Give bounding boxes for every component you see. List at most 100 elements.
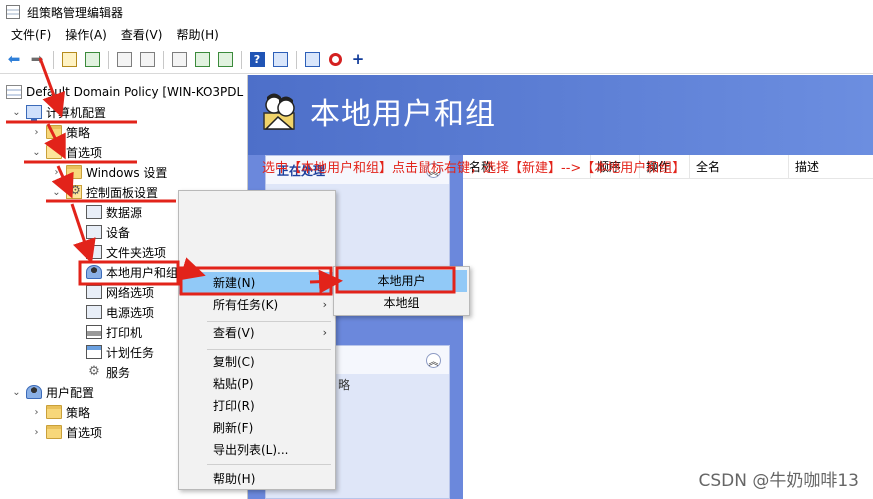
collapse-icon[interactable]: ︽ <box>426 352 441 368</box>
tree-item-label: 策略 <box>66 125 91 140</box>
folder-icon <box>46 125 62 139</box>
chevron-down-icon[interactable]: ⌄ <box>10 387 23 398</box>
tree-item-root[interactable]: Default Domain Policy [WIN-KO3PDL <box>6 82 243 102</box>
menu-help[interactable]: 帮助(H) <box>169 24 225 46</box>
tree-item-folder-options[interactable]: 文件夹选项 <box>70 242 166 262</box>
toolbar-separator <box>163 50 164 69</box>
tree-item-data-sources[interactable]: 数据源 <box>70 202 142 222</box>
task-text-fragment: 略 <box>338 378 351 392</box>
tree-item-local-users-groups[interactable]: 本地用户和组 <box>70 262 178 282</box>
policy-editor-icon <box>6 5 20 19</box>
chevron-right-icon[interactable]: › <box>30 407 43 418</box>
add-icon[interactable]: + <box>348 50 368 70</box>
context-menu-help[interactable]: 帮助(H) <box>179 468 335 490</box>
tree-item-preferences[interactable]: ⌄ 首选项 <box>30 142 102 162</box>
users-icon <box>263 93 295 130</box>
chevron-down-icon[interactable]: ⌄ <box>50 187 63 198</box>
network-icon <box>86 285 102 299</box>
new-submenu: 本地用户 本地组 <box>333 266 470 316</box>
menu-bar: 文件(F) 操作(A) 查看(V) 帮助(H) <box>0 24 873 46</box>
menu-file[interactable]: 文件(F) <box>4 24 58 46</box>
context-menu: 新建(N) › 所有任务(K) › 查看(V) › 复制(C) 粘贴(P) 打印… <box>178 190 336 490</box>
chevron-right-icon[interactable]: › <box>30 427 43 438</box>
tree-item-windows-settings[interactable]: › Windows 设置 <box>50 162 167 182</box>
submenu-local-group[interactable]: 本地组 <box>336 292 467 314</box>
refresh-icon[interactable] <box>192 50 212 70</box>
help-icon[interactable]: ? <box>247 50 267 70</box>
computer-icon <box>26 105 42 122</box>
tree-item-computer-config[interactable]: ⌄ 计算机配置 <box>10 102 106 122</box>
tree-item-services[interactable]: 服务 <box>70 362 130 382</box>
chevron-right-icon: › <box>322 326 327 339</box>
copy-icon[interactable] <box>114 50 134 70</box>
chevron-right-icon[interactable]: › <box>30 127 43 138</box>
policy-icon <box>6 85 22 99</box>
title-bar: 组策略管理编辑器 <box>0 0 873 24</box>
menu-action[interactable]: 操作(A) <box>58 24 114 46</box>
menu-view[interactable]: 查看(V) <box>114 24 170 46</box>
submenu-local-user[interactable]: 本地用户 <box>336 270 467 292</box>
tree-item-devices[interactable]: 设备 <box>70 222 130 242</box>
power-icon <box>86 305 102 319</box>
chevron-down-icon[interactable]: ⌄ <box>30 147 43 158</box>
list-view: 名称 顺序 操作 全名 描述 <box>463 155 873 499</box>
tree-item-control-panel-settings[interactable]: ⌄ 控制面板设置 <box>50 182 158 202</box>
toolbar-separator <box>108 50 109 69</box>
folder-up-icon[interactable] <box>59 50 79 70</box>
tree-item-label: 本地用户和组 <box>106 265 179 280</box>
tree-item-label: Default Domain Policy [WIN-KO3PDL <box>26 85 244 99</box>
chevron-right-icon: › <box>322 298 327 311</box>
tree-item-label: 打印机 <box>106 325 143 340</box>
window-title: 组策略管理编辑器 <box>27 5 124 20</box>
column-header-fullname[interactable]: 全名 <box>690 155 789 179</box>
watermark: CSDN @牛奶咖啡13 <box>698 471 859 491</box>
menu-item-label: 查看(V) <box>213 326 255 340</box>
tree-item-label: 电源选项 <box>106 305 155 320</box>
folder-open-icon <box>46 145 62 159</box>
tree-item-label: 计算机配置 <box>46 105 107 120</box>
printer-icon <box>86 325 102 339</box>
back-icon[interactable]: ⬅ <box>4 50 24 70</box>
toolbar-separator <box>53 50 54 69</box>
tree-item-printers[interactable]: 打印机 <box>70 322 142 342</box>
context-menu-new[interactable]: 新建(N) › <box>179 272 335 294</box>
folder-icon <box>46 425 62 439</box>
tree-item-power-options[interactable]: 电源选项 <box>70 302 154 322</box>
export-icon[interactable] <box>215 50 235 70</box>
tree-item-label: 文件夹选项 <box>106 245 167 260</box>
chevron-right-icon[interactable]: › <box>50 167 63 178</box>
toolbar: ⬅ ➡ ? + <box>0 46 873 74</box>
tree-item-label: 服务 <box>106 365 131 380</box>
toolbar-separator <box>296 50 297 69</box>
tree-item-label: 设备 <box>106 225 131 240</box>
forward-icon[interactable]: ➡ <box>27 50 47 70</box>
show-hide-tree-icon[interactable] <box>82 50 102 70</box>
print-icon[interactable] <box>169 50 189 70</box>
device-icon <box>86 225 102 239</box>
tree-item-label: 计划任务 <box>106 345 155 360</box>
tree-item-scheduled-tasks[interactable]: 计划任务 <box>70 342 154 362</box>
context-menu-paste[interactable]: 粘贴(P) <box>179 373 335 395</box>
context-menu-copy[interactable]: 复制(C) <box>179 351 335 373</box>
context-menu-refresh[interactable]: 刷新(F) <box>179 417 335 439</box>
context-menu-all-tasks[interactable]: 所有任务(K) › <box>179 294 335 316</box>
new-window-icon[interactable] <box>302 50 322 70</box>
tree-item-label: 控制面板设置 <box>86 185 159 200</box>
calendar-icon <box>86 345 102 359</box>
paste-icon[interactable] <box>137 50 157 70</box>
chevron-down-icon[interactable]: ⌄ <box>10 107 23 118</box>
context-menu-view[interactable]: 查看(V) › <box>179 322 335 344</box>
tree-item-label: 用户配置 <box>46 385 95 400</box>
tree-item-network-options[interactable]: 网络选项 <box>70 282 154 302</box>
tree-item-user-preferences[interactable]: › 首选项 <box>30 422 102 442</box>
stop-icon[interactable] <box>325 50 345 70</box>
context-menu-export[interactable]: 导出列表(L)... <box>179 439 335 461</box>
column-header-description[interactable]: 描述 <box>789 155 873 179</box>
context-menu-print[interactable]: 打印(R) <box>179 395 335 417</box>
properties-icon[interactable] <box>270 50 290 70</box>
tree-item-policies[interactable]: › 策略 <box>30 122 90 142</box>
gears-icon <box>86 365 102 379</box>
tree-item-user-policies[interactable]: › 策略 <box>30 402 90 422</box>
menu-item-label: 新建(N) <box>213 276 256 290</box>
tree-item-user-config[interactable]: ⌄ 用户配置 <box>10 382 94 402</box>
